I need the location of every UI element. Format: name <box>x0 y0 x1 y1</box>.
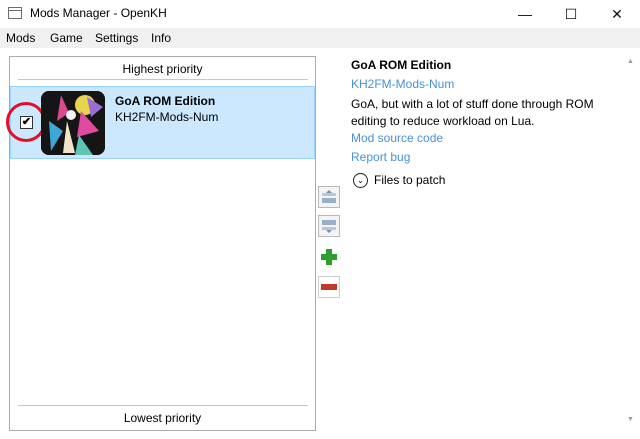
mod-thumbnail <box>41 91 105 155</box>
close-button[interactable]: ✕ <box>594 0 640 28</box>
title-bar: Mods Manager - OpenKH — ☐ ✕ <box>0 0 640 28</box>
mod-source-link[interactable]: Mod source code <box>351 131 443 145</box>
divider <box>18 79 308 80</box>
remove-icon <box>321 284 337 290</box>
highest-priority-label: Highest priority <box>122 62 203 76</box>
app-window-icon <box>8 7 22 19</box>
mod-author: KH2FM-Mods-Num <box>115 110 219 124</box>
files-to-patch-toggle[interactable]: ⌄ Files to patch <box>353 171 445 189</box>
scroll-up-icon[interactable]: ▲ <box>627 58 634 65</box>
add-mod-button[interactable] <box>318 246 340 268</box>
add-icon <box>321 249 337 265</box>
move-down-icon <box>322 220 336 233</box>
menu-mods[interactable]: Mods <box>6 31 35 45</box>
mod-list[interactable]: Highest priority ✔ GoA ROM Edition KH2FM… <box>6 56 316 431</box>
report-bug-link[interactable]: Report bug <box>351 150 410 164</box>
minimize-button[interactable]: — <box>502 0 548 28</box>
details-author-link[interactable]: KH2FM-Mods-Num <box>351 77 454 91</box>
details-scrollbar[interactable]: ▲ ▼ <box>623 56 639 431</box>
scroll-down-icon[interactable]: ▼ <box>627 416 634 423</box>
mod-name: GoA ROM Edition <box>115 94 216 108</box>
highlight-circle <box>6 102 46 142</box>
remove-mod-button[interactable] <box>318 276 340 298</box>
details-mod-name: GoA ROM Edition <box>351 58 452 72</box>
window-title: Mods Manager - OpenKH <box>30 6 167 20</box>
move-up-icon <box>322 190 336 203</box>
menu-info[interactable]: Info <box>151 31 171 45</box>
move-down-button[interactable] <box>318 215 340 237</box>
menu-game[interactable]: Game <box>50 31 83 45</box>
chevron-down-icon: ⌄ <box>353 172 368 188</box>
mod-list-item[interactable]: ✔ GoA ROM Edition KH2FM-Mods-Num <box>6 86 315 159</box>
menu-bar: Mods Game Settings Info <box>0 28 640 48</box>
lowest-priority-label: Lowest priority <box>123 411 202 425</box>
maximize-button[interactable]: ☐ <box>548 0 594 28</box>
divider <box>18 405 308 406</box>
details-description: GoA, but with a lot of stuff done throug… <box>351 97 594 128</box>
files-to-patch-label: Files to patch <box>374 173 446 187</box>
menu-settings[interactable]: Settings <box>95 31 138 45</box>
move-up-button[interactable] <box>318 186 340 208</box>
